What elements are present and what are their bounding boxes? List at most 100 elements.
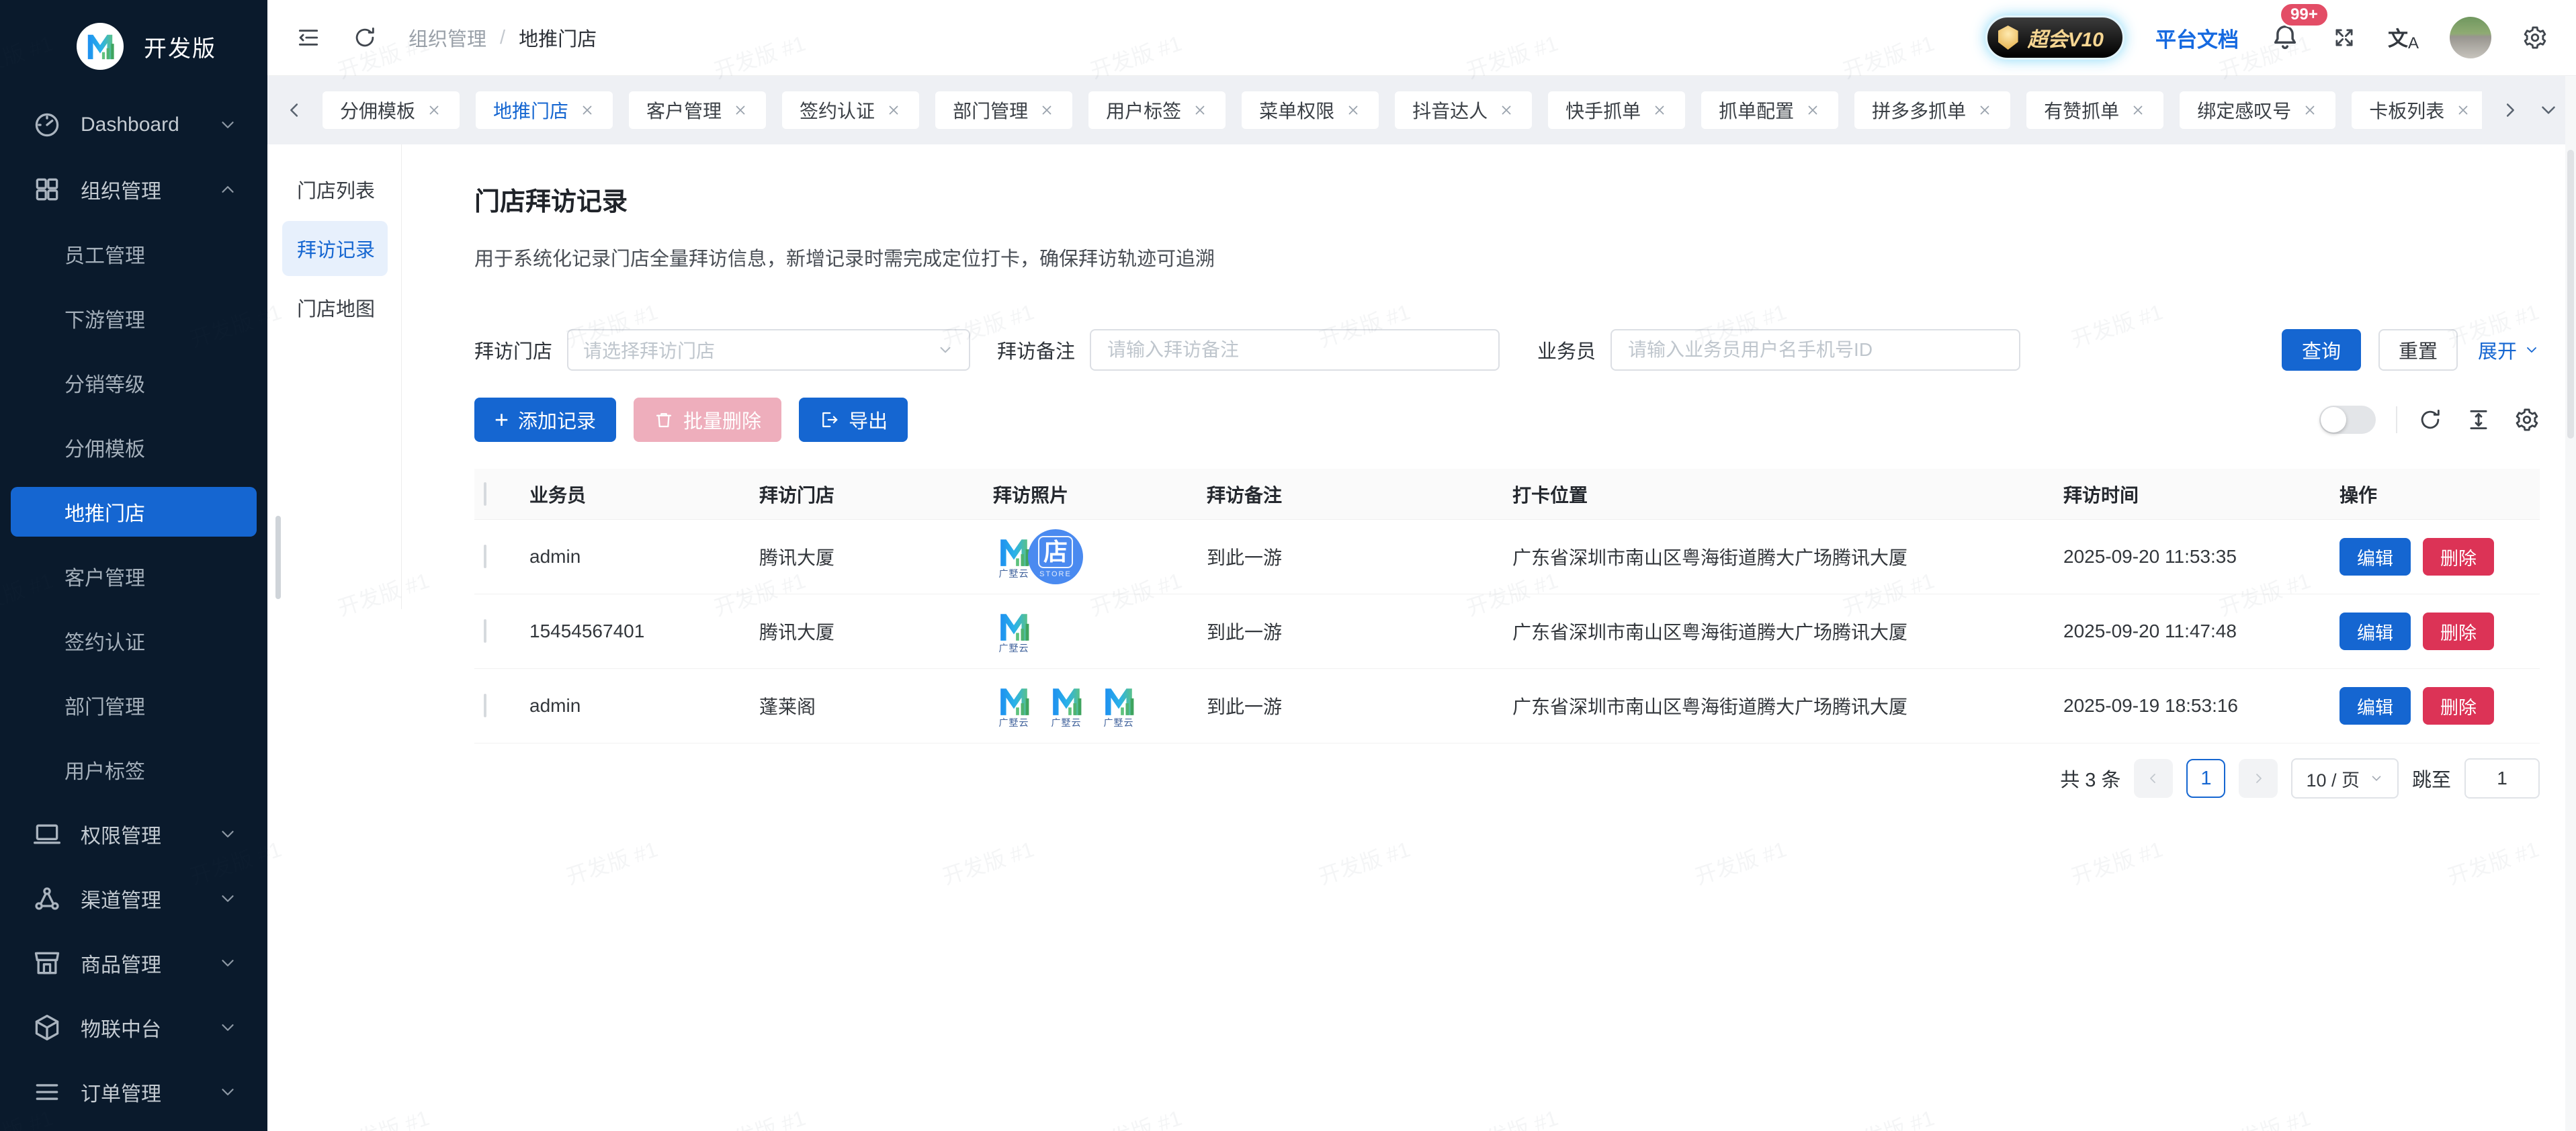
visit-photo-m-logo[interactable]: 广墅云: [1045, 684, 1087, 727]
batch-delete-button[interactable]: 批量删除: [634, 398, 781, 442]
salesman-input[interactable]: [1627, 338, 2004, 361]
fullscreen-icon[interactable]: [2331, 25, 2357, 50]
sidebar-item-员工管理[interactable]: 员工管理: [0, 222, 267, 286]
select-all-checkbox[interactable]: [484, 482, 486, 506]
platform-docs-link[interactable]: 平台文档: [2155, 23, 2239, 53]
tab-close-icon[interactable]: [1977, 102, 1993, 118]
delete-button[interactable]: 删除: [2423, 538, 2494, 576]
store-select[interactable]: 请选择拜访门店: [567, 329, 970, 371]
page-scrollbar-thumb[interactable]: [2567, 150, 2574, 439]
sidebar-group-订单管理[interactable]: 订单管理: [0, 1060, 267, 1124]
expand-filters-link[interactable]: 展开: [2478, 336, 2540, 364]
table-refresh-icon[interactable]: [2417, 407, 2443, 433]
sidebar-group-权限管理[interactable]: 权限管理: [0, 802, 267, 866]
menu-fold-icon[interactable]: [296, 25, 321, 50]
sidebar-item-用户标签[interactable]: 用户标签: [0, 737, 267, 802]
tab-close-icon[interactable]: [2130, 102, 2146, 118]
tab-抖音达人[interactable]: 抖音达人: [1395, 91, 1532, 129]
sidebar-item-签约认证[interactable]: 签约认证: [0, 608, 267, 673]
tab-分佣模板[interactable]: 分佣模板: [323, 91, 460, 129]
delete-button[interactable]: 删除: [2423, 687, 2494, 725]
edit-button[interactable]: 编辑: [2339, 613, 2411, 650]
tab-close-icon[interactable]: [2455, 102, 2471, 118]
column-settings-gear-icon[interactable]: [2514, 407, 2540, 433]
row-checkbox[interactable]: [484, 545, 486, 568]
table-row: admin蓬莱阁广墅云广墅云广墅云到此一游广东省深圳市南山区粤海街道腾大广场腾讯…: [474, 669, 2540, 743]
current-page-button[interactable]: 1: [2186, 759, 2225, 798]
tabs-dropdown-icon[interactable]: [2537, 99, 2560, 122]
tab-close-icon[interactable]: [1498, 102, 1514, 118]
search-button[interactable]: 查询: [2282, 329, 2361, 371]
sidebar-item-部门管理[interactable]: 部门管理: [0, 673, 267, 737]
tab-卡板列表[interactable]: 卡板列表: [2352, 91, 2482, 129]
tab-close-icon[interactable]: [1345, 102, 1361, 118]
breadcrumb-parent[interactable]: 组织管理: [409, 24, 486, 52]
tab-close-icon[interactable]: [1039, 102, 1055, 118]
tab-用户标签[interactable]: 用户标签: [1088, 91, 1226, 129]
tab-有赞抓单[interactable]: 有赞抓单: [2026, 91, 2163, 129]
row-density-icon[interactable]: [2466, 407, 2491, 433]
edit-button[interactable]: 编辑: [2339, 538, 2411, 576]
notifications-button[interactable]: 99+: [2270, 22, 2301, 53]
submenu-item-拜访记录[interactable]: 拜访记录: [282, 221, 388, 276]
visit-photo-store-logo[interactable]: 店STORE: [1028, 529, 1083, 584]
sidebar-item-分销等级[interactable]: 分销等级: [0, 351, 267, 415]
delete-button[interactable]: 删除: [2423, 613, 2494, 650]
tabs-scroll-right-icon[interactable]: [2498, 99, 2521, 122]
cell-store: 腾讯大厦: [759, 618, 993, 645]
submenu-item-门店地图[interactable]: 门店地图: [282, 280, 388, 335]
row-checkbox[interactable]: [484, 619, 486, 643]
sidebar-group-Dashboard[interactable]: Dashboard: [0, 93, 267, 157]
sidebar-item-客户管理[interactable]: 客户管理: [0, 544, 267, 608]
tab-close-icon[interactable]: [426, 102, 442, 118]
language-switch-icon[interactable]: 文A: [2388, 22, 2419, 53]
row-checkbox[interactable]: [484, 694, 486, 717]
vip-badge[interactable]: 超会V10: [1985, 15, 2124, 60]
tab-签约认证[interactable]: 签约认证: [782, 91, 919, 129]
tab-菜单权限[interactable]: 菜单权限: [1242, 91, 1379, 129]
sidebar-group-渠道管理[interactable]: 渠道管理: [0, 866, 267, 931]
remark-input[interactable]: [1106, 338, 1484, 361]
brand[interactable]: 开发版: [0, 0, 267, 93]
tab-close-icon[interactable]: [1192, 102, 1208, 118]
tab-close-icon[interactable]: [732, 102, 748, 118]
tab-close-icon[interactable]: [886, 102, 902, 118]
sidebar-group-组织管理[interactable]: 组织管理: [0, 157, 267, 222]
next-page-button[interactable]: [2239, 759, 2278, 798]
tab-close-icon[interactable]: [1651, 102, 1668, 118]
tab-绑定感叹号[interactable]: 绑定感叹号: [2180, 91, 2335, 129]
prev-page-button[interactable]: [2134, 759, 2173, 798]
edit-button[interactable]: 编辑: [2339, 687, 2411, 725]
sidebar-item-下游管理[interactable]: 下游管理: [0, 286, 267, 351]
tab-label: 抓单配置: [1719, 97, 1794, 124]
jump-to-input[interactable]: [2464, 758, 2540, 799]
tab-close-icon[interactable]: [1805, 102, 1821, 118]
tab-拼多多抓单[interactable]: 拼多多抓单: [1854, 91, 2010, 129]
refresh-icon[interactable]: [352, 25, 378, 50]
sidebar-group-商品管理[interactable]: 商品管理: [0, 931, 267, 995]
tab-快手抓单[interactable]: 快手抓单: [1548, 91, 1685, 129]
stripe-toggle[interactable]: [2319, 406, 2376, 434]
tab-部门管理[interactable]: 部门管理: [935, 91, 1072, 129]
submenu-scrollbar-thumb[interactable]: [275, 516, 281, 599]
avatar[interactable]: [2450, 17, 2491, 58]
sidebar-group-物联中台[interactable]: 物联中台: [0, 995, 267, 1060]
tab-地推门店[interactable]: 地推门店: [476, 91, 613, 129]
tab-客户管理[interactable]: 客户管理: [629, 91, 766, 129]
tab-close-icon[interactable]: [2302, 102, 2318, 118]
visit-photo-m-logo[interactable]: 广墅云: [993, 684, 1035, 727]
visit-photo-m-logo[interactable]: 广墅云: [993, 610, 1035, 653]
page-scrollbar[interactable]: [2565, 76, 2576, 1131]
settings-gear-icon[interactable]: [2522, 25, 2548, 50]
reset-button[interactable]: 重置: [2378, 329, 2458, 371]
add-record-button[interactable]: + 添加记录: [474, 398, 616, 442]
submenu-item-门店列表[interactable]: 门店列表: [282, 162, 388, 217]
tab-抓单配置[interactable]: 抓单配置: [1701, 91, 1838, 129]
tab-close-icon[interactable]: [579, 102, 595, 118]
sidebar-item-分佣模板[interactable]: 分佣模板: [0, 415, 267, 480]
page-size-select[interactable]: 10 / 页: [2291, 758, 2399, 799]
tabs-scroll-left-icon[interactable]: [284, 99, 306, 122]
sidebar-item-地推门店[interactable]: 地推门店: [11, 487, 257, 537]
export-button[interactable]: 导出: [799, 398, 908, 442]
visit-photo-m-logo[interactable]: 广墅云: [1098, 684, 1140, 727]
